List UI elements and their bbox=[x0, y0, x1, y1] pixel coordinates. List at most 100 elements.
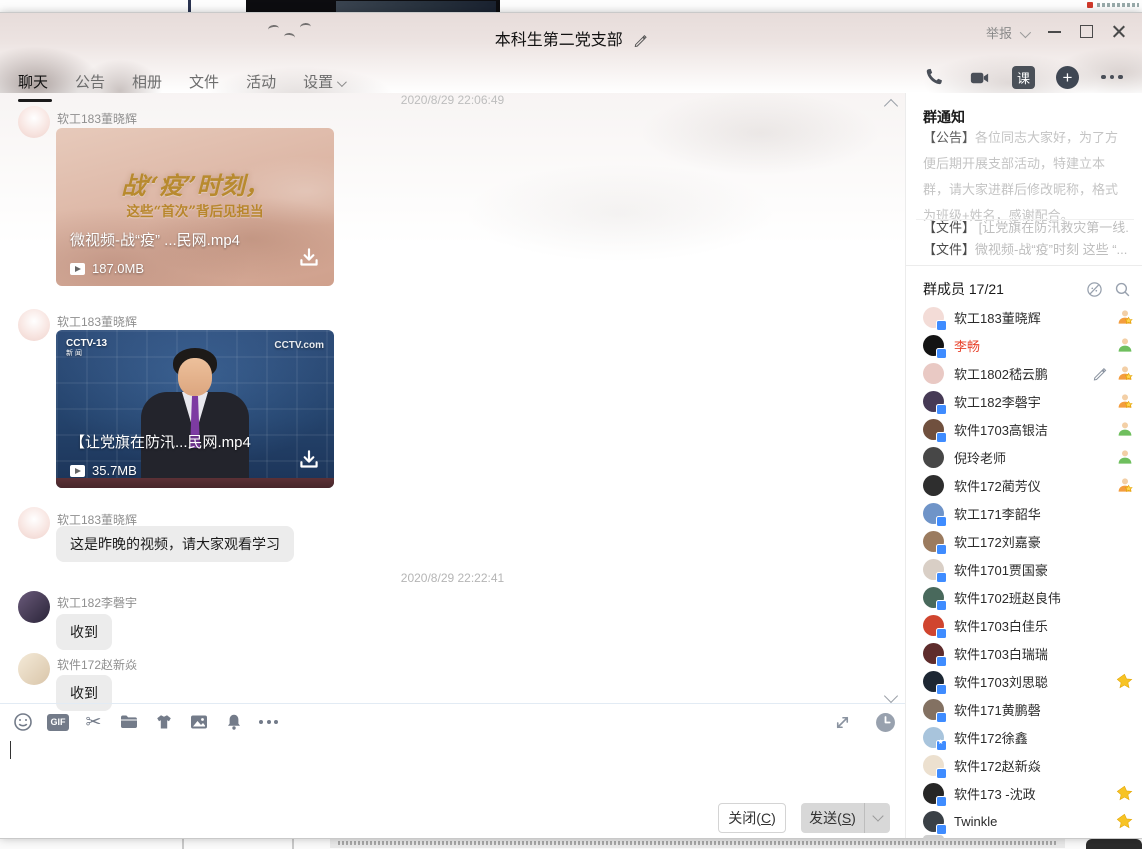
member-name: 软件173 -沈政 bbox=[954, 784, 1036, 803]
screenshot-scissors-icon[interactable]: ✂ bbox=[83, 712, 104, 733]
member-name: 软件172徐鑫 bbox=[954, 728, 1028, 747]
more-actions-icon[interactable] bbox=[1100, 65, 1124, 89]
notice-file-item[interactable]: 【文件】 [让党旗在防汛救灾第一线... bbox=[923, 217, 1129, 236]
member-name: 软件1703高银洁 bbox=[954, 420, 1048, 439]
video-card-epidemic[interactable]: 战“疫”时刻， 这些“首次”背后见担当 微视频-战“疫” ...民网.mp4 1… bbox=[56, 128, 334, 286]
avatar[interactable] bbox=[18, 591, 50, 623]
report-button[interactable]: 举报 bbox=[986, 23, 1012, 42]
member-avatar bbox=[923, 307, 944, 328]
member-name: 倪玲老师 bbox=[954, 448, 1006, 467]
member-row[interactable]: 软工182李磬宇 bbox=[923, 387, 1133, 415]
search-members-icon[interactable] bbox=[1114, 281, 1131, 303]
avatar[interactable] bbox=[18, 653, 50, 685]
member-row[interactable]: 软件1703高银洁 bbox=[923, 415, 1133, 443]
video-call-icon[interactable] bbox=[967, 65, 991, 89]
close-window-button[interactable] bbox=[1112, 24, 1126, 38]
background-window-title bbox=[1097, 3, 1139, 7]
add-plus-icon[interactable]: + bbox=[1056, 66, 1079, 89]
file-folder-icon[interactable] bbox=[118, 712, 139, 733]
timestamp: 2020/8/29 22:22:41 bbox=[0, 571, 905, 585]
message-history-clock-icon[interactable] bbox=[875, 712, 896, 733]
maximize-button[interactable] bbox=[1080, 25, 1093, 38]
scroll-down-hint-icon[interactable] bbox=[884, 689, 898, 703]
member-row[interactable]: 软件171黄鹏磬 bbox=[923, 695, 1133, 723]
member-row[interactable]: 软件173 -沈政 bbox=[923, 779, 1133, 807]
member-row[interactable]: 倪玲老师 bbox=[923, 443, 1133, 471]
group-manage-icon[interactable] bbox=[1086, 281, 1103, 303]
member-row[interactable]: 软件1703白佳乐 bbox=[923, 611, 1133, 639]
online-device-badge bbox=[936, 320, 947, 331]
online-device-badge bbox=[936, 432, 947, 443]
group-announcement[interactable]: 【公告】各位同志大家好，为了方便后期开展支部活动，特建立本群，请大家进群后修改昵… bbox=[923, 125, 1127, 229]
member-row[interactable]: 软件1703白瑞瑞 bbox=[923, 639, 1133, 667]
background-window-edge bbox=[292, 837, 294, 849]
member-row[interactable]: 软工171李韶华 bbox=[923, 499, 1133, 527]
member-row-partial bbox=[923, 835, 944, 839]
message-input[interactable] bbox=[0, 737, 905, 797]
chat-message-list[interactable]: 2020/8/29 22:06:49 软工183董晓辉 战“疫”时刻， 这些“首… bbox=[0, 91, 905, 703]
send-button[interactable]: 发送(S) bbox=[801, 803, 864, 833]
member-avatar bbox=[923, 643, 944, 664]
gif-icon[interactable]: GIF bbox=[47, 714, 69, 731]
member-star-icon bbox=[1116, 785, 1133, 802]
expand-input-icon[interactable] bbox=[832, 712, 853, 733]
online-device-badge bbox=[936, 404, 947, 415]
member-row[interactable]: 软工172刘嘉豪 bbox=[923, 527, 1133, 555]
avatar[interactable] bbox=[18, 309, 50, 341]
online-device-badge bbox=[936, 600, 947, 611]
input-toolbar: GIF ✂ bbox=[12, 710, 279, 734]
message-bubble[interactable]: 这是昨晚的视频，请大家观看学习 bbox=[56, 526, 294, 562]
member-row[interactable]: Twinkle bbox=[923, 807, 1133, 835]
avatar[interactable] bbox=[18, 106, 50, 138]
emoji-icon[interactable] bbox=[12, 712, 33, 733]
member-row[interactable]: 软件1701贾国豪 bbox=[923, 555, 1133, 583]
online-device-badge bbox=[936, 572, 947, 583]
member-row[interactable]: 软件1703刘思聪 bbox=[923, 667, 1133, 695]
class-mode-icon[interactable]: 课 bbox=[1012, 66, 1035, 89]
online-device-badge bbox=[936, 768, 947, 779]
member-row[interactable]: 软件1702班赵良伟 bbox=[923, 583, 1133, 611]
member-row[interactable]: 软件172蔺芳仪 bbox=[923, 471, 1133, 499]
edit-member-icon[interactable] bbox=[1092, 366, 1107, 381]
more-tools-icon[interactable] bbox=[258, 712, 279, 733]
notice-file-item[interactable]: 【文件】微视频-战“疫”时刻 这些 “... bbox=[923, 239, 1129, 258]
member-name: 李畅 bbox=[954, 336, 980, 355]
message-bubble[interactable]: 收到 bbox=[56, 614, 112, 650]
member-avatar bbox=[923, 447, 944, 468]
online-device-badge bbox=[936, 684, 947, 695]
send-options-chevron[interactable] bbox=[864, 803, 890, 833]
member-row[interactable]: 软件172赵新焱 bbox=[923, 751, 1133, 779]
video-filename: 微视频-战“疫” ...民网.mp4 bbox=[70, 229, 240, 250]
member-avatar bbox=[923, 531, 944, 552]
video-card-news[interactable]: CCTV-13新闻 CCTV.com 【让党旗在防汛...民网.mp4 35.7… bbox=[56, 330, 334, 488]
minimize-button[interactable] bbox=[1048, 31, 1061, 33]
member-avatar bbox=[923, 503, 944, 524]
report-chevron-icon[interactable] bbox=[1020, 26, 1028, 41]
message-bubble[interactable]: 收到 bbox=[56, 675, 112, 711]
close-chat-button[interactable]: 关闭(C) bbox=[718, 803, 786, 833]
member-avatar bbox=[923, 363, 944, 384]
member-avatar bbox=[923, 783, 944, 804]
members-count-title: 群成员 17/21 bbox=[923, 279, 1004, 299]
background-window-bottom bbox=[0, 837, 1142, 849]
member-name: 软件1702班赵良伟 bbox=[954, 588, 1061, 607]
member-star-icon bbox=[1116, 673, 1133, 690]
member-name: 软件1701贾国豪 bbox=[954, 560, 1048, 579]
bell-notify-icon[interactable] bbox=[223, 712, 244, 733]
avatar[interactable] bbox=[18, 507, 50, 539]
image-icon[interactable] bbox=[188, 712, 209, 733]
input-divider bbox=[0, 703, 905, 704]
member-row[interactable]: 李畅 bbox=[923, 331, 1133, 359]
gift-shirt-icon[interactable] bbox=[153, 712, 174, 733]
member-name: 软件171黄鹏磬 bbox=[954, 700, 1041, 719]
member-row[interactable]: 软件172徐鑫 bbox=[923, 723, 1133, 751]
member-row[interactable]: 软工1802嵇云鹏 bbox=[923, 359, 1133, 387]
news-desk bbox=[56, 478, 334, 488]
download-icon[interactable] bbox=[296, 245, 322, 276]
member-level-orange-star-icon bbox=[1117, 477, 1133, 493]
member-row[interactable]: 软工183董晓辉 bbox=[923, 303, 1133, 331]
download-icon[interactable] bbox=[296, 447, 322, 478]
member-avatar bbox=[923, 811, 944, 832]
edit-title-icon[interactable] bbox=[633, 34, 647, 51]
voice-call-icon[interactable] bbox=[922, 65, 946, 89]
